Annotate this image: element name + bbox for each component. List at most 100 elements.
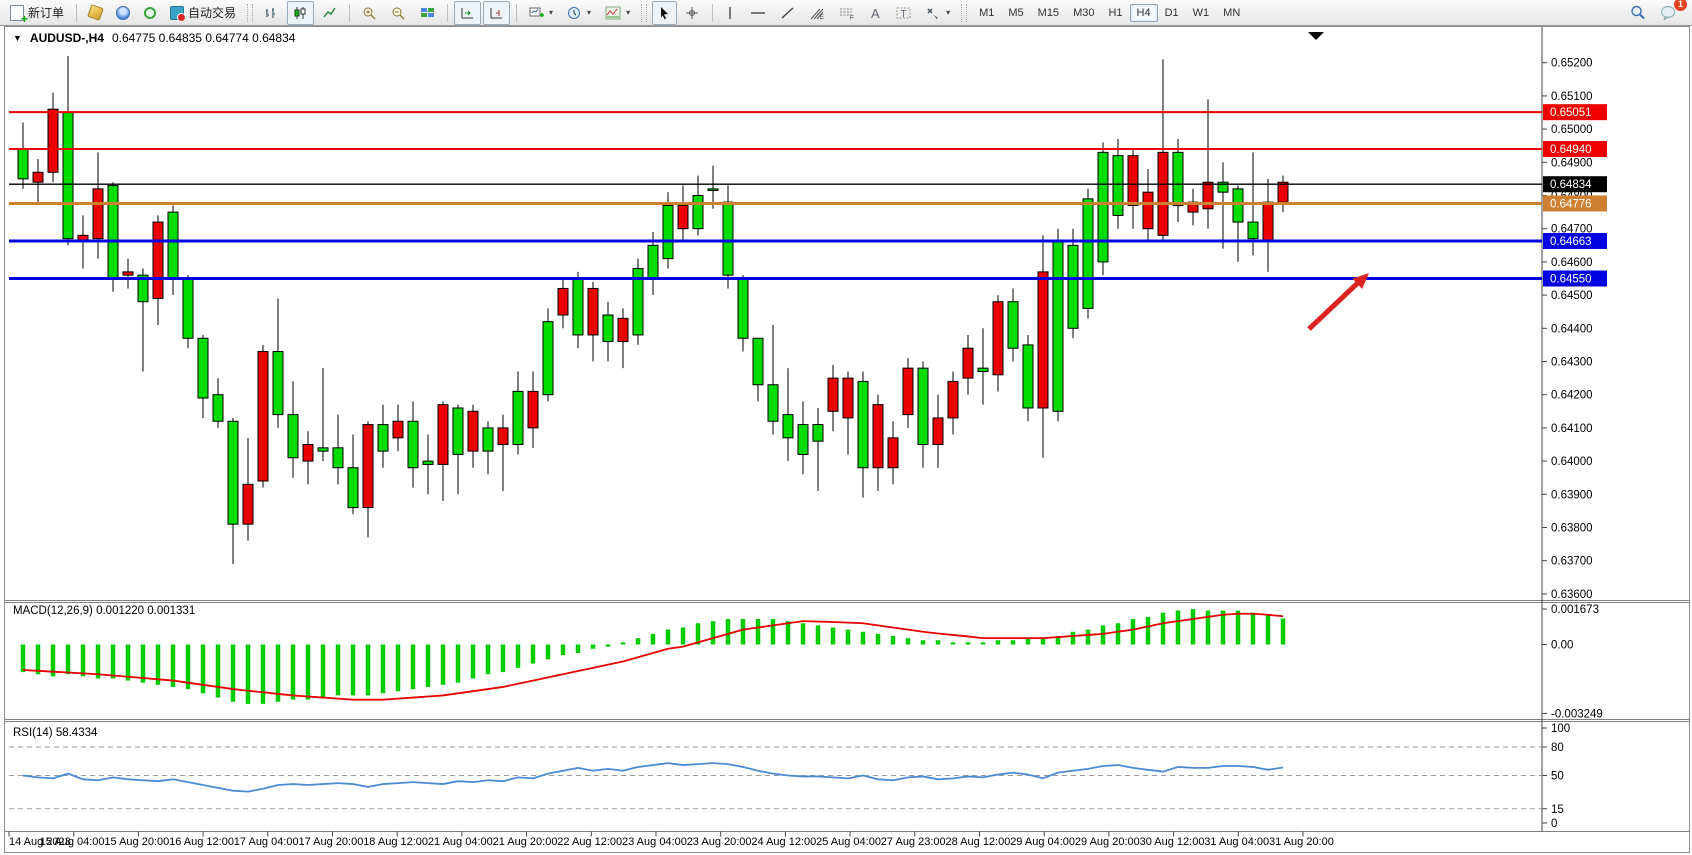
macd-axis-label: -0.003249 (1551, 708, 1603, 720)
candle-body-bear (1158, 152, 1168, 235)
price-tick-label: 0.64900 (1551, 157, 1593, 169)
text-button[interactable]: A (863, 1, 888, 25)
signals-button[interactable] (138, 1, 162, 25)
timeframe-button-m30[interactable]: M30 (1066, 4, 1101, 22)
indicators-button[interactable]: ▾ (599, 1, 636, 25)
timeframe-button-m15[interactable]: M15 (1031, 4, 1066, 22)
candle-body-bull (1008, 302, 1018, 348)
text-label-button[interactable]: T (890, 1, 917, 25)
candle-body-bull (183, 279, 193, 339)
zoom-out-button[interactable] (385, 1, 412, 25)
price-tick-label: 0.63700 (1551, 556, 1593, 568)
rsi-axis-label: 15 (1551, 804, 1564, 816)
chart-canvas[interactable]: 0.652000.651000.650000.649000.648000.647… (5, 27, 1689, 852)
tile-windows-button[interactable] (414, 1, 441, 25)
candlestick-mode-button[interactable] (287, 1, 314, 25)
cursor-button[interactable] (652, 1, 677, 25)
horizontal-line-button[interactable] (744, 1, 772, 25)
auto-scroll-button[interactable] (454, 1, 481, 25)
timeframe-button-m5[interactable]: M5 (1001, 4, 1030, 22)
crosshair-button[interactable] (679, 1, 706, 25)
candle-body-bull (483, 428, 493, 451)
trendline-button[interactable] (774, 1, 801, 25)
candle-body-bull (858, 381, 868, 467)
svg-text:E: E (820, 15, 824, 20)
search-button[interactable] (1624, 1, 1652, 25)
candle (1053, 229, 1063, 422)
fibonacci-button[interactable]: F (833, 1, 861, 25)
candle (1083, 189, 1093, 318)
candle-body-bull (1113, 156, 1123, 216)
candle (1023, 335, 1033, 421)
candle-body-bull (18, 149, 28, 179)
candle-body-bear (678, 205, 688, 228)
market-watch-button[interactable] (83, 1, 108, 25)
candle-body-bear (933, 418, 943, 445)
price-tick-label: 0.64100 (1551, 423, 1593, 435)
price-tick-label: 0.65000 (1551, 124, 1593, 136)
new-order-button[interactable]: 新订单 (4, 1, 70, 25)
candle-body-bull (918, 368, 928, 444)
timeframe-button-mn[interactable]: MN (1216, 4, 1247, 22)
candle-body-bear (48, 109, 58, 172)
svg-text:F: F (850, 15, 854, 20)
candle-body-bull (288, 415, 298, 458)
line-chart-mode-button[interactable] (316, 1, 343, 25)
vertical-line-button[interactable] (719, 1, 742, 25)
auto-trading-button[interactable]: 自动交易 (164, 1, 242, 25)
auto-scroll-icon (460, 6, 475, 20)
chart-shift-icon (489, 6, 504, 20)
candle-body-bear (843, 378, 853, 418)
candle-body-bear (498, 428, 508, 445)
candle-body-bull (663, 205, 673, 258)
time-tick-label: 22 Aug 12:00 (557, 836, 622, 848)
separator (76, 4, 77, 22)
timeframe-button-m1[interactable]: M1 (972, 4, 1001, 22)
candle (1068, 229, 1078, 339)
main-toolbar: 新订单 自动交易 (0, 0, 1692, 26)
timeframe-button-w1[interactable]: W1 (1186, 4, 1217, 22)
price-tick-label: 0.64600 (1551, 257, 1593, 269)
periods-button[interactable]: ▾ (561, 1, 597, 25)
candle-body-bull (1053, 242, 1063, 411)
candle-body-bear (993, 302, 1003, 375)
candle-body-bear (558, 288, 568, 315)
new-chart-button[interactable]: ▾ (523, 1, 559, 25)
mt4-terminal: { "toolbar": { "new_order_label": "新订单",… (0, 0, 1692, 855)
profile-button[interactable] (110, 1, 136, 25)
time-tick-label: 17 Aug 04:00 (234, 836, 299, 848)
candle-body-bear (903, 368, 913, 414)
equidistant-channel-button[interactable]: E (803, 1, 831, 25)
timeframe-button-h1[interactable]: H1 (1101, 4, 1129, 22)
bar-chart-mode-button[interactable] (258, 1, 285, 25)
candle-body-bull (333, 448, 343, 468)
time-tick-label: 27 Aug 23:00 (881, 836, 946, 848)
candle-body-bull (108, 186, 118, 279)
new-order-icon (10, 5, 24, 21)
price-tick-label: 0.63900 (1551, 489, 1593, 501)
crosshair-icon (685, 6, 700, 20)
arrows-button[interactable]: ▾ (919, 1, 956, 25)
candle-body-bull (213, 395, 223, 422)
candle-body-bull (783, 415, 793, 438)
signal-icon (144, 7, 156, 19)
notification-count-badge: 1 (1674, 0, 1687, 11)
price-tick-label: 0.63800 (1551, 523, 1593, 535)
zoom-in-button[interactable] (356, 1, 383, 25)
timeframe-button-h4[interactable]: H4 (1130, 4, 1158, 22)
bar-chart-icon (264, 6, 279, 20)
candle (1098, 142, 1108, 275)
notifications-button[interactable]: 1 (1654, 1, 1682, 25)
time-tick-label: 24 Aug 12:00 (751, 836, 816, 848)
vertical-line-icon (725, 6, 736, 20)
dropdown-caret: ▾ (549, 8, 553, 17)
price-level-badge-label: 0.65051 (1550, 107, 1592, 119)
toolbar-grip (961, 4, 967, 22)
timeframe-button-d1[interactable]: D1 (1158, 4, 1186, 22)
candle-body-bear (243, 484, 253, 524)
chart-menu-triangle-icon[interactable]: ▼ (13, 33, 22, 43)
chart-shift-button[interactable] (483, 1, 510, 25)
price-level-badge-label: 0.64940 (1550, 144, 1592, 156)
candle-body-bear (963, 348, 973, 378)
candle-body-bear (153, 222, 163, 298)
